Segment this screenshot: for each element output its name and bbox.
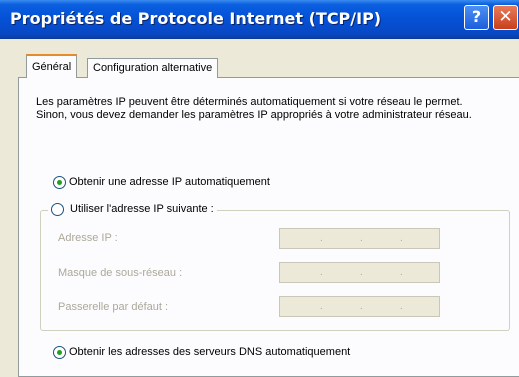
manual-ip-legend: Utiliser l'adresse IP suivante : (48, 203, 217, 217)
default-gateway-field: ... (279, 296, 440, 317)
tab-general[interactable]: Général (26, 54, 78, 79)
ip-address-field: ... (279, 228, 440, 249)
radio-dns-auto-label[interactable]: Obtenir les adresses des serveurs DNS au… (69, 346, 350, 358)
radio-ip-auto-label[interactable]: Obtenir une adresse IP automatiquement (69, 176, 270, 188)
subnet-mask-label: Masque de sous-réseau : (58, 267, 183, 279)
help-icon: ? (471, 7, 482, 26)
intro-text: Les paramètres IP peuvent être déterminé… (36, 96, 472, 121)
radio-ip-manual[interactable] (51, 203, 64, 216)
close-icon: ✕ (498, 7, 513, 27)
title-bar[interactable]: Propriétés de Protocole Internet (TCP/IP… (0, 0, 519, 39)
close-button[interactable]: ✕ (493, 5, 518, 30)
help-button[interactable]: ? (464, 5, 489, 30)
window-title: Propriétés de Protocole Internet (TCP/IP… (10, 9, 382, 28)
radio-ip-auto[interactable] (53, 176, 66, 189)
radio-ip-manual-label[interactable]: Utiliser l'adresse IP suivante : (70, 203, 214, 215)
ip-address-label: Adresse IP : (58, 232, 118, 244)
default-gateway-label: Passerelle par défaut : (58, 301, 169, 313)
subnet-mask-field: ... (279, 262, 440, 283)
tab-alternate-config[interactable]: Configuration alternative (87, 58, 219, 78)
radio-dns-auto[interactable] (53, 346, 66, 359)
